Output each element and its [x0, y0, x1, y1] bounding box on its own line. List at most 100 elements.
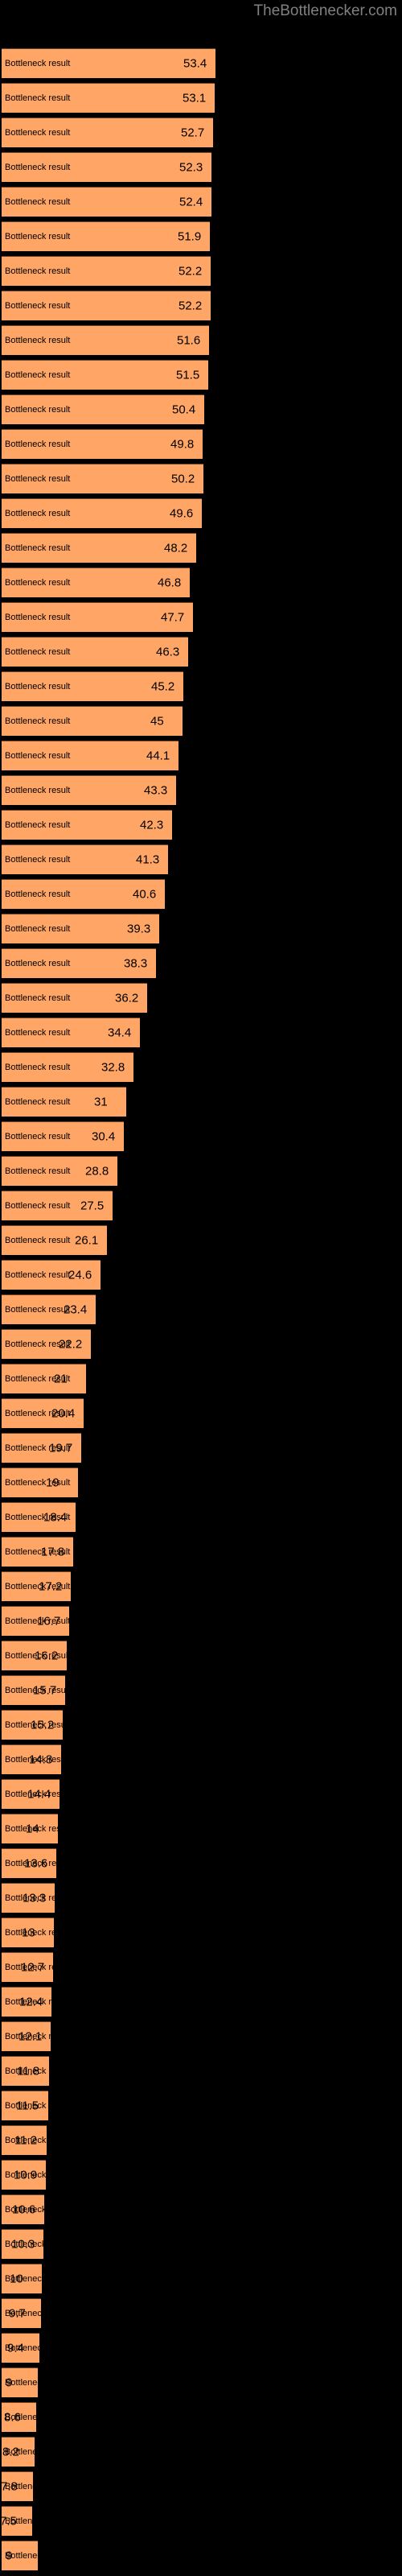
bar[interactable]: Bottleneck result 51.6: [2, 325, 209, 355]
bar-row[interactable]: Bottleneck result 52.3: [2, 152, 211, 182]
bar-row[interactable]: Bottleneck result10.9: [2, 2160, 46, 2190]
bar-row[interactable]: Bottleneck result 26.1: [2, 1225, 107, 1255]
bar-row[interactable]: Bottleneck result 51.5: [2, 360, 208, 390]
bar-row[interactable]: Bottleneck result9.7: [2, 2298, 41, 2328]
bar[interactable]: Bottleneck result 42.3: [2, 810, 172, 840]
bar-row[interactable]: Bottleneck result 17.2: [2, 1571, 71, 1601]
bar[interactable]: Bottleneck result 22.2: [2, 1329, 91, 1359]
bar-row[interactable]: Bottleneck result8.2: [2, 2437, 35, 2467]
bar[interactable]: Bottleneck result15.2: [2, 1710, 63, 1740]
bar-row[interactable]: Bottleneck result 24.6: [2, 1260, 100, 1290]
bar-row[interactable]: Bottleneck result 16.7: [2, 1606, 69, 1636]
bar-row[interactable]: Bottleneck result14: [2, 1814, 58, 1843]
bar-row[interactable]: Bottleneck result 44.1: [2, 741, 178, 770]
bar-row[interactable]: Bottleneck result12.1: [2, 2021, 51, 2051]
bar[interactable]: Bottleneck result13: [2, 1918, 54, 1947]
bar[interactable]: Bottleneck result11.2: [2, 2125, 47, 2155]
bar[interactable]: Bottleneck result 52.3: [2, 152, 211, 182]
bar-row[interactable]: Bottleneck result 28.8: [2, 1156, 117, 1186]
bar-row[interactable]: Bottleneck result11.5: [2, 2091, 48, 2120]
bar-row[interactable]: Bottleneck result 50.4: [2, 394, 204, 424]
bar-row[interactable]: Bottleneck result13.3: [2, 1883, 55, 1913]
bar[interactable]: Bottleneck result11.8: [2, 2056, 49, 2086]
bar[interactable]: Bottleneck result10: [2, 2264, 42, 2293]
bar-row[interactable]: Bottleneck result9: [2, 2368, 38, 2397]
bar[interactable]: Bottleneck result 16.7: [2, 1606, 69, 1636]
bar-row[interactable]: Bottleneck result 18.4: [2, 1502, 76, 1532]
bar[interactable]: Bottleneck result 27.5: [2, 1191, 113, 1220]
bar-row[interactable]: Bottleneck result 52.2: [2, 256, 211, 286]
bar[interactable]: Bottleneck result9.7: [2, 2298, 41, 2328]
bar[interactable]: Bottleneck result7.5: [2, 2506, 32, 2536]
bar-row[interactable]: Bottleneck result15.2: [2, 1710, 63, 1740]
bar[interactable]: Bottleneck result14.8: [2, 1744, 61, 1774]
bar[interactable]: Bottleneck result 24.6: [2, 1260, 100, 1290]
bar[interactable]: Bottleneck result 53.4: [2, 48, 215, 78]
bar-row[interactable]: Bottleneck result 21: [2, 1364, 86, 1393]
bar[interactable]: Bottleneck result7.8: [2, 2471, 33, 2501]
bar-row[interactable]: Bottleneck result 45.2: [2, 671, 183, 701]
bar-row[interactable]: Bottleneck result 51.6: [2, 325, 209, 355]
bar[interactable]: Bottleneck result9.4: [2, 2333, 39, 2363]
bar-row[interactable]: Bottleneck result 45: [2, 706, 183, 736]
bar-row[interactable]: Bottleneck result 36.2: [2, 983, 147, 1013]
bar[interactable]: Bottleneck result12.1: [2, 2021, 51, 2051]
bar[interactable]: Bottleneck result 51.9: [2, 221, 210, 251]
bar[interactable]: Bottleneck result12.4: [2, 1987, 51, 2017]
bar[interactable]: Bottleneck result 50.2: [2, 464, 203, 493]
bar[interactable]: Bottleneck result 40.6: [2, 879, 165, 909]
bar-row[interactable]: Bottleneck result 38.3: [2, 948, 156, 978]
bar[interactable]: Bottleneck result 41.3: [2, 844, 168, 874]
bar-row[interactable]: Bottleneck result 48.2: [2, 533, 196, 563]
bar[interactable]: Bottleneck result10.9: [2, 2160, 46, 2190]
bar-row[interactable]: Bottleneck result 51.9: [2, 221, 210, 251]
bar-row[interactable]: Bottleneck result 23.4: [2, 1294, 96, 1324]
bar-row[interactable]: Bottleneck result 49.6: [2, 498, 202, 528]
bar-row[interactable]: Bottleneck result 52.7: [2, 118, 213, 147]
bar[interactable]: Bottleneck result14.4: [2, 1779, 59, 1809]
bar[interactable]: Bottleneck result 46.8: [2, 568, 190, 597]
bar-row[interactable]: Bottleneck result13.6: [2, 1848, 56, 1878]
bar[interactable]: Bottleneck result 19: [2, 1468, 78, 1497]
bar-row[interactable]: Bottleneck result 32.8: [2, 1052, 133, 1082]
bar[interactable]: Bottleneck result 52.2: [2, 291, 211, 320]
bar[interactable]: Bottleneck result 31: [2, 1087, 126, 1117]
bar[interactable]: Bottleneck result 52.2: [2, 256, 211, 286]
bar-row[interactable]: Bottleneck result7.5: [2, 2506, 32, 2536]
bar-row[interactable]: Bottleneck result 31: [2, 1087, 126, 1117]
bar-row[interactable]: Bottleneck result 53.1: [2, 83, 215, 113]
bar-row[interactable]: Bottleneck result 22.2: [2, 1329, 91, 1359]
bar-row[interactable]: Bottleneck result14.4: [2, 1779, 59, 1809]
bar[interactable]: Bottleneck result 28.8: [2, 1156, 117, 1186]
bar[interactable]: Bottleneck result 16.2: [2, 1641, 67, 1670]
bar-row[interactable]: Bottleneck result 39.3: [2, 914, 159, 943]
bar-row[interactable]: Bottleneck result9.4: [2, 2333, 39, 2363]
bar[interactable]: Bottleneck result 15.7: [2, 1675, 65, 1705]
bar-row[interactable]: Bottleneck result 17.8: [2, 1537, 73, 1567]
bar-row[interactable]: Bottleneck result 47.7: [2, 602, 193, 632]
bar-row[interactable]: Bottleneck result10.6: [2, 2194, 44, 2224]
bar[interactable]: Bottleneck result11.5: [2, 2091, 48, 2120]
bar-row[interactable]: Bottleneck result12.4: [2, 1987, 51, 2017]
bar-row[interactable]: Bottleneck result 16.2: [2, 1641, 67, 1670]
bar[interactable]: Bottleneck result 53.1: [2, 83, 215, 113]
bar-row[interactable]: Bottleneck result 30.4: [2, 1121, 124, 1151]
bar[interactable]: Bottleneck result 20.4: [2, 1398, 84, 1428]
bar-row[interactable]: Bottleneck result9: [2, 2541, 38, 2570]
bar[interactable]: Bottleneck result 18.4: [2, 1502, 76, 1532]
bar[interactable]: Bottleneck result13.6: [2, 1848, 56, 1878]
bar-row[interactable]: Bottleneck result 46.8: [2, 568, 190, 597]
bar-row[interactable]: Bottleneck result 15.7: [2, 1675, 65, 1705]
bar-row[interactable]: Bottleneck result 20.4: [2, 1398, 84, 1428]
bar[interactable]: Bottleneck result 19.7: [2, 1433, 81, 1463]
bar-row[interactable]: Bottleneck result 52.4: [2, 187, 211, 217]
bar[interactable]: Bottleneck result 49.8: [2, 429, 203, 459]
bar[interactable]: Bottleneck result 26.1: [2, 1225, 107, 1255]
bar[interactable]: Bottleneck result 50.4: [2, 394, 204, 424]
bar[interactable]: Bottleneck result 32.8: [2, 1052, 133, 1082]
bar[interactable]: Bottleneck result 48.2: [2, 533, 196, 563]
bar-row[interactable]: Bottleneck result13: [2, 1918, 54, 1947]
bar-row[interactable]: Bottleneck result 19: [2, 1468, 78, 1497]
bar[interactable]: Bottleneck result 43.3: [2, 775, 176, 805]
bar[interactable]: Bottleneck result 30.4: [2, 1121, 124, 1151]
